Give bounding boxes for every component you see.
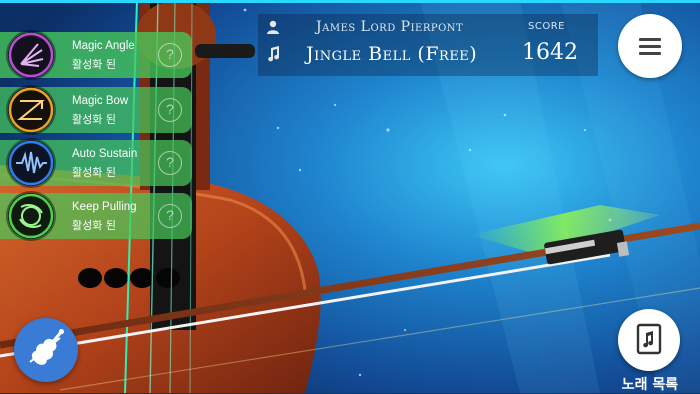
- score-label: SCORE: [528, 21, 565, 32]
- song-title: Jingle Bell (Free): [306, 43, 478, 65]
- ability-status: 활성화 된: [72, 219, 116, 232]
- ability-keep-pulling[interactable]: Keep Pulling 활성화 된 ?: [0, 193, 192, 239]
- auto-sustain-icon: [8, 140, 54, 186]
- top-accent-line: [0, 0, 700, 3]
- help-icon[interactable]: ?: [158, 151, 182, 175]
- ability-title: Auto Sustain: [72, 148, 138, 160]
- hamburger-icon-bar: [639, 45, 661, 48]
- ability-title: Keep Pulling: [72, 201, 137, 213]
- composer-icon: [267, 20, 279, 34]
- magic-angle-icon: [8, 32, 54, 78]
- song-list-button[interactable]: [618, 309, 680, 371]
- hamburger-icon-bar: [639, 52, 661, 55]
- composer-name: James Lord Pierpont: [316, 19, 464, 35]
- music-note-icon: [268, 46, 280, 62]
- ability-status: 활성화 된: [72, 166, 116, 179]
- ability-status: 활성화 된: [72, 113, 116, 126]
- ability-auto-sustain[interactable]: Auto Sustain 활성화 된 ?: [0, 140, 192, 186]
- help-icon[interactable]: ?: [158, 98, 182, 122]
- ability-magic-angle[interactable]: Magic Angle 활성화 된 ?: [0, 32, 192, 78]
- song-info-header: James Lord Pierpont Jingle Bell (Free) S…: [258, 14, 598, 76]
- menu-button[interactable]: [618, 14, 682, 78]
- score-value: 1642: [522, 40, 578, 65]
- ability-status: 활성화 된: [72, 58, 116, 71]
- help-icon[interactable]: ?: [158, 43, 182, 67]
- help-icon[interactable]: ?: [158, 204, 182, 228]
- instrument-button[interactable]: [14, 318, 78, 382]
- keep-pulling-icon: [8, 193, 54, 239]
- hamburger-icon: [639, 38, 661, 41]
- music-file-icon: [636, 323, 662, 355]
- violin-icon: [29, 329, 65, 365]
- ability-magic-bow[interactable]: Magic Bow 활성화 된 ?: [0, 87, 192, 133]
- song-list-label: 노래 목록: [621, 377, 679, 393]
- ability-title: Magic Angle: [72, 40, 135, 52]
- ability-title: Magic Bow: [72, 95, 129, 107]
- magic-bow-icon: [8, 87, 54, 133]
